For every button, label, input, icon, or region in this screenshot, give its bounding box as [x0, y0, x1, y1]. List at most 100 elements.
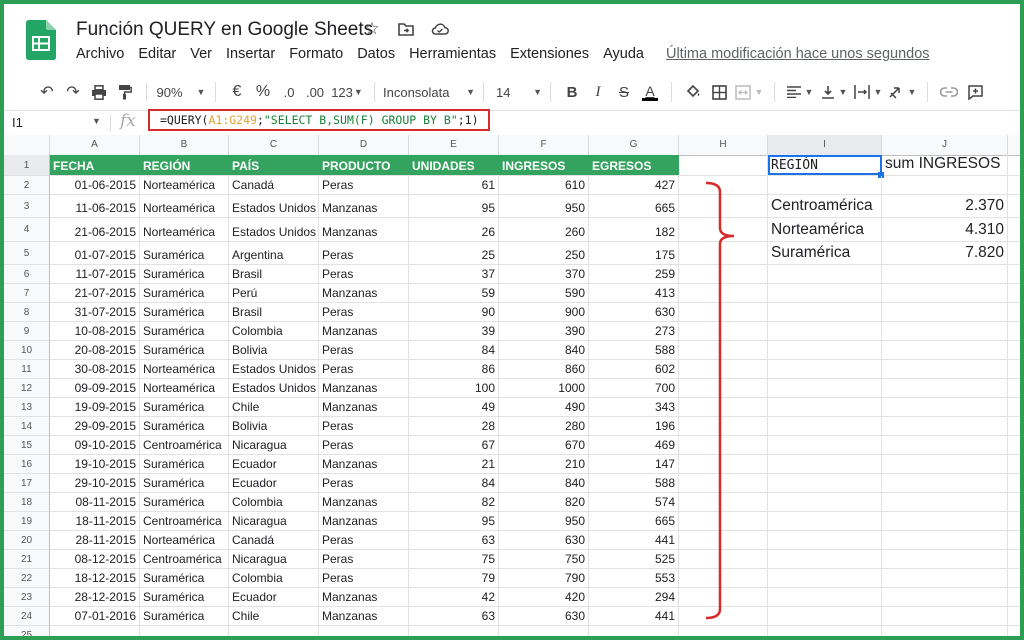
cell-a5[interactable]: 01-07-2015	[50, 242, 140, 264]
cell-g18[interactable]: 574	[589, 493, 679, 511]
cell-i1[interactable]: REGIÓN	[768, 155, 884, 178]
row-header[interactable]: 5	[4, 242, 50, 265]
cell-g1[interactable]: EGRESOS	[589, 155, 679, 175]
cell-h15[interactable]	[679, 436, 768, 454]
cell-i19[interactable]	[768, 512, 882, 530]
cell-h13[interactable]	[679, 398, 768, 416]
cell-a20[interactable]: 28-11-2015	[50, 531, 140, 549]
cell-d6[interactable]: Peras	[319, 265, 409, 283]
cell-b18[interactable]: Suramérica	[140, 493, 229, 511]
cell-j6[interactable]	[882, 265, 1008, 283]
cell-e4[interactable]: 26	[409, 218, 499, 241]
cell-f22[interactable]: 790	[499, 569, 589, 587]
currency-format-button[interactable]: €	[224, 79, 250, 105]
cell-j14[interactable]	[882, 417, 1008, 435]
cell-e7[interactable]: 59	[409, 284, 499, 302]
cell-i9[interactable]	[768, 322, 882, 340]
cell-h8[interactable]	[679, 303, 768, 321]
cell-i2[interactable]	[768, 176, 882, 194]
cell-e17[interactable]: 84	[409, 474, 499, 492]
cell-g7[interactable]: 413	[589, 284, 679, 302]
cell-j10[interactable]	[882, 341, 1008, 359]
cell-b14[interactable]: Suramérica	[140, 417, 229, 435]
cell-f25[interactable]	[499, 626, 589, 636]
cell-e24[interactable]: 63	[409, 607, 499, 625]
cell-d20[interactable]: Peras	[319, 531, 409, 549]
cell-g11[interactable]: 602	[589, 360, 679, 378]
row-header[interactable]: 19	[4, 512, 50, 531]
cell-a14[interactable]: 29-09-2015	[50, 417, 140, 435]
menu-herramientas[interactable]: Herramientas	[409, 46, 496, 62]
cell-a11[interactable]: 30-08-2015	[50, 360, 140, 378]
column-header-c[interactable]: C	[229, 135, 319, 155]
cell-d3[interactable]: Manzanas	[319, 195, 409, 217]
cell-h1[interactable]	[679, 155, 768, 175]
cell-b22[interactable]: Suramérica	[140, 569, 229, 587]
italic-button[interactable]: I	[585, 79, 611, 105]
text-rotation-icon[interactable]: ▼	[885, 79, 919, 105]
cell-j16[interactable]	[882, 455, 1008, 473]
cell-a8[interactable]: 31-07-2015	[50, 303, 140, 321]
cell-j8[interactable]	[882, 303, 1008, 321]
cell-h7[interactable]	[679, 284, 768, 302]
cell-f10[interactable]: 840	[499, 341, 589, 359]
sheets-logo-icon[interactable]	[26, 20, 56, 60]
column-header-j[interactable]: J	[882, 135, 1008, 155]
cell-b19[interactable]: Centroamérica	[140, 512, 229, 530]
menu-insertar[interactable]: Insertar	[226, 46, 275, 62]
cell-b16[interactable]: Suramérica	[140, 455, 229, 473]
cell-d1[interactable]: PRODUCTO	[319, 155, 409, 175]
vertical-align-icon[interactable]: ▼	[817, 79, 851, 105]
cell-c17[interactable]: Ecuador	[229, 474, 319, 492]
cell-b23[interactable]: Suramérica	[140, 588, 229, 606]
cell-i4[interactable]: Norteamérica	[768, 218, 882, 241]
cell-i23[interactable]	[768, 588, 882, 606]
cell-c12[interactable]: Estados Unidos	[229, 379, 319, 397]
print-icon[interactable]	[86, 79, 112, 105]
cell-c6[interactable]: Brasil	[229, 265, 319, 283]
cell-f17[interactable]: 840	[499, 474, 589, 492]
menu-editar[interactable]: Editar	[138, 46, 176, 62]
fill-color-icon[interactable]	[680, 79, 706, 105]
row-header[interactable]: 21	[4, 550, 50, 569]
cell-e12[interactable]: 100	[409, 379, 499, 397]
cell-f24[interactable]: 630	[499, 607, 589, 625]
cell-h25[interactable]	[679, 626, 768, 636]
cell-j2[interactable]	[882, 176, 1008, 194]
cell-b24[interactable]: Suramérica	[140, 607, 229, 625]
move-folder-icon[interactable]	[395, 18, 417, 40]
cell-g5[interactable]: 175	[589, 242, 679, 264]
cell-f19[interactable]: 950	[499, 512, 589, 530]
column-header-i[interactable]: I	[768, 135, 882, 155]
cell-e13[interactable]: 49	[409, 398, 499, 416]
cell-i12[interactable]	[768, 379, 882, 397]
percent-format-button[interactable]: %	[250, 79, 276, 105]
cell-e9[interactable]: 39	[409, 322, 499, 340]
cell-e15[interactable]: 67	[409, 436, 499, 454]
cell-b5[interactable]: Suramérica	[140, 242, 229, 264]
cell-b2[interactable]: Norteamérica	[140, 176, 229, 194]
cell-j23[interactable]	[882, 588, 1008, 606]
cell-f7[interactable]: 590	[499, 284, 589, 302]
row-header[interactable]: 1	[4, 155, 50, 176]
cell-d18[interactable]: Manzanas	[319, 493, 409, 511]
cell-d15[interactable]: Peras	[319, 436, 409, 454]
cell-f8[interactable]: 900	[499, 303, 589, 321]
cell-g23[interactable]: 294	[589, 588, 679, 606]
row-header[interactable]: 7	[4, 284, 50, 303]
cell-d7[interactable]: Manzanas	[319, 284, 409, 302]
cell-b3[interactable]: Norteamérica	[140, 195, 229, 217]
cell-e16[interactable]: 21	[409, 455, 499, 473]
column-header-d[interactable]: D	[319, 135, 409, 155]
row-header[interactable]: 9	[4, 322, 50, 341]
cell-f5[interactable]: 250	[499, 242, 589, 264]
cell-h24[interactable]	[679, 607, 768, 625]
cell-a10[interactable]: 20-08-2015	[50, 341, 140, 359]
cell-j3[interactable]: 2.370	[882, 195, 1008, 217]
cell-c14[interactable]: Bolivia	[229, 417, 319, 435]
cell-i8[interactable]	[768, 303, 882, 321]
cell-i11[interactable]	[768, 360, 882, 378]
row-header[interactable]: 2	[4, 176, 50, 195]
cell-i20[interactable]	[768, 531, 882, 549]
cell-a15[interactable]: 09-10-2015	[50, 436, 140, 454]
